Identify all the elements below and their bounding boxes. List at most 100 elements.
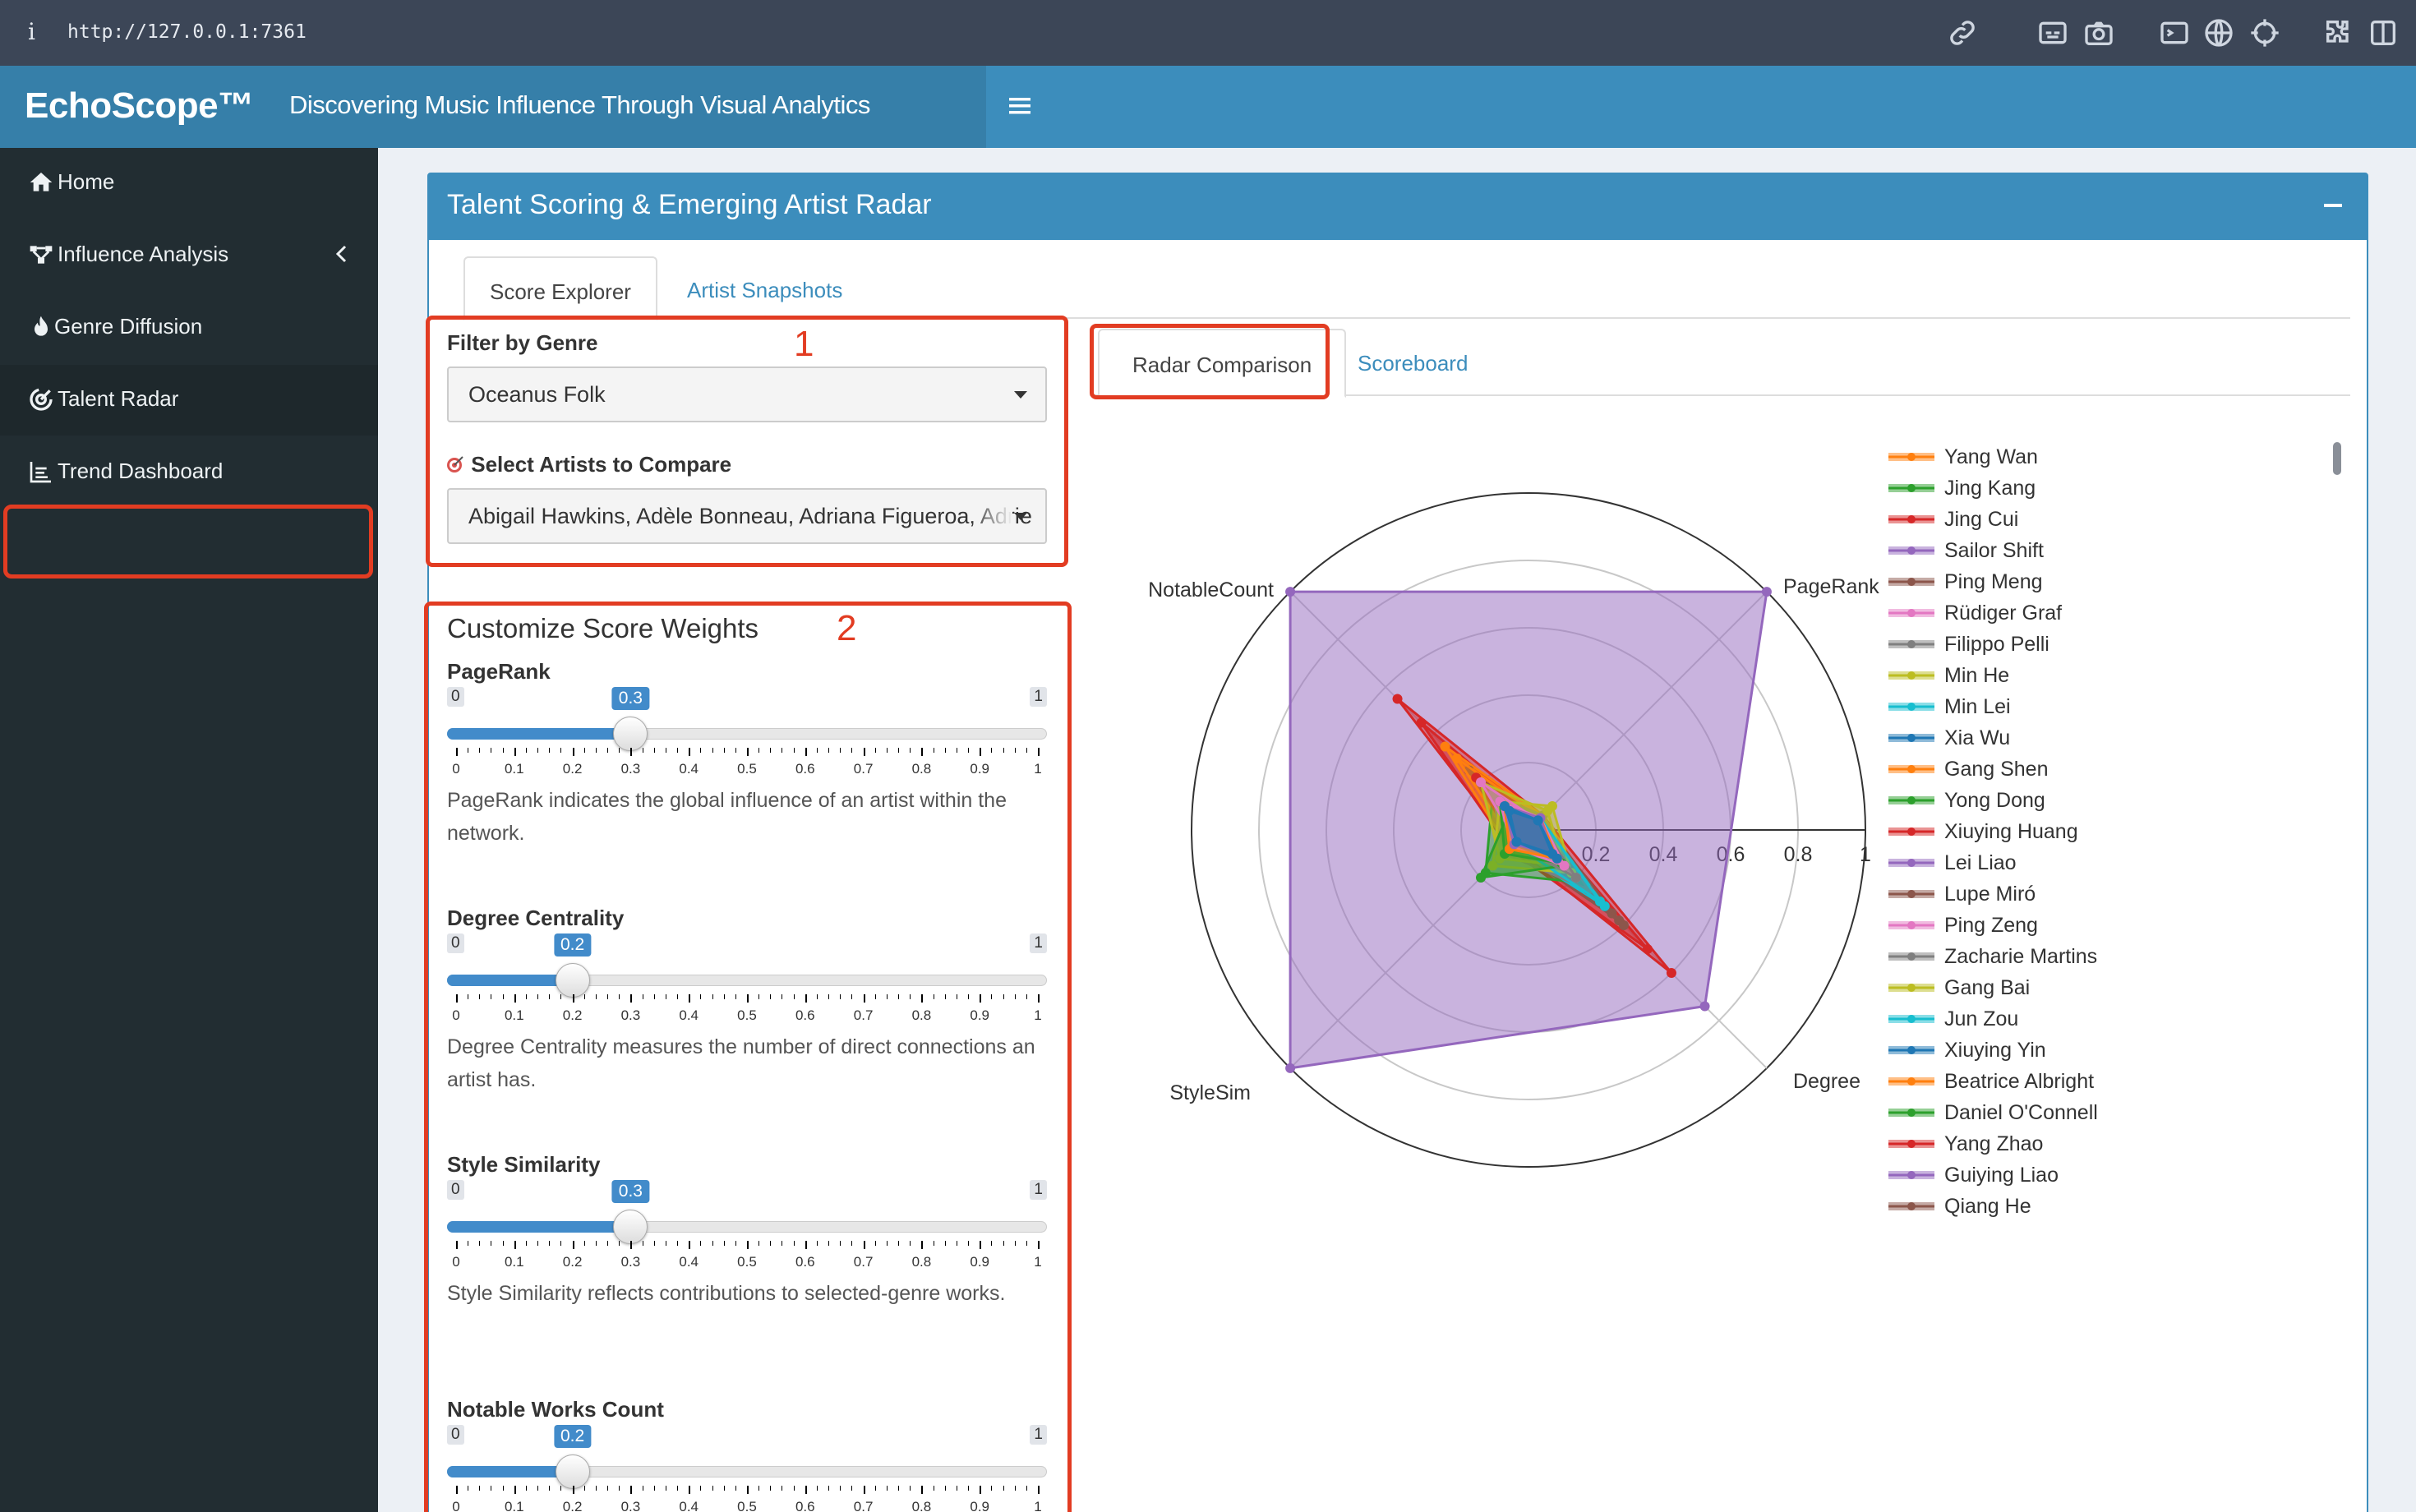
slider-tick-label: 0.3 [620, 761, 641, 777]
window-icon[interactable] [2367, 16, 2400, 49]
slider-tick-label: 0.5 [737, 1499, 757, 1512]
tab-artist-snapshots[interactable]: Artist Snapshots [662, 256, 867, 320]
legend-item[interactable]: Ping Zeng [1887, 912, 2100, 942]
terminal-icon[interactable] [2158, 16, 2191, 49]
slider-tick [851, 1241, 853, 1246]
legend-item[interactable]: Guiying Liao [1887, 1162, 2100, 1192]
camera-icon[interactable] [2082, 16, 2115, 49]
chevron-left-icon[interactable] [330, 242, 352, 266]
tab-scoreboard[interactable]: Scoreboard [1325, 329, 1501, 398]
legend-label: Jing Kang [1944, 477, 2036, 500]
legend-item[interactable]: Xiuying Huang [1887, 818, 2100, 848]
slider-tick [1014, 1486, 1016, 1491]
slider-tick [723, 994, 725, 999]
slider-handle[interactable] [555, 1454, 590, 1489]
legend-item[interactable]: Yang Zhao [1887, 1131, 2100, 1160]
slider-tick [828, 994, 830, 999]
tab-score-explorer[interactable]: Score Explorer [463, 256, 657, 320]
weight-slider[interactable]: 0 1 0.3 0 0.1 0.2 0.3 0.4 0.5 0.6 0.7 0.8 0.9 1 [447, 1180, 1047, 1287]
legend-item[interactable]: Qiang He [1887, 1193, 2100, 1223]
legend-item[interactable]: Gang Bai [1887, 975, 2100, 1004]
legend-item[interactable]: Yong Dong [1887, 787, 2100, 817]
legend-item[interactable]: Filippo Pelli [1887, 631, 2100, 661]
slider-tick [595, 1486, 597, 1491]
sidebar-item-trend-dashboard[interactable]: Trend Dashboard [0, 437, 378, 508]
radar-point [1452, 754, 1463, 764]
legend-item[interactable]: Jun Zou [1887, 1006, 2100, 1035]
sidebar-item-influence-analysis[interactable]: Influence Analysis [0, 220, 378, 291]
radar-point [1511, 837, 1522, 847]
app-logo[interactable]: EchoScope™ [25, 85, 254, 127]
slider-tick [700, 1241, 702, 1246]
artists-compare-label-text: Select Artists to Compare [471, 452, 732, 477]
sidebar-item-home[interactable]: Home [0, 148, 378, 219]
artists-select-value: Abigail Hawkins, Adèle Bonneau, Adriana … [468, 504, 1032, 528]
slider-tick [549, 994, 551, 999]
slider-tick [456, 748, 458, 756]
slider-tick-label: 0.6 [795, 1007, 815, 1023]
extension-icon[interactable] [2322, 16, 2355, 49]
legend-item[interactable]: Jing Kang [1887, 475, 2100, 505]
slider-tick-label: 1 [1034, 1254, 1042, 1270]
legend-item[interactable]: Gang Shen [1887, 756, 2100, 786]
weight-slider[interactable]: 0 1 0.2 0 0.1 0.2 0.3 0.4 0.5 0.6 0.7 0.8 0.9 1 [447, 933, 1047, 1040]
slider-tick [514, 748, 516, 756]
legend-swatch [1888, 1140, 1934, 1148]
artists-select[interactable]: Abigail Hawkins, Adèle Bonneau, Adriana … [447, 488, 1047, 544]
slider-handle[interactable] [613, 1210, 648, 1244]
legend-item[interactable]: Min Lei [1887, 694, 2100, 723]
slider-tick [456, 994, 458, 1003]
legend-item[interactable]: Min He [1887, 662, 2100, 692]
slider-min-label: 0 [447, 1180, 464, 1200]
slider-tick-label: 0.2 [562, 761, 583, 777]
globe-icon[interactable] [2202, 16, 2235, 49]
site-info-icon[interactable]: i [28, 18, 35, 45]
legend-scrollbar[interactable] [2333, 442, 2341, 475]
slider-value-label: 0.2 [553, 933, 592, 957]
slider-tick [572, 1241, 574, 1249]
slider-tick-label: 0.9 [970, 1499, 990, 1512]
url-bar[interactable]: http://127.0.0.1:7361 [67, 21, 307, 43]
sidebar-item-talent-radar[interactable]: Talent Radar [0, 365, 378, 436]
legend-item[interactable]: Sailor Shift [1887, 537, 2100, 567]
weight-slider[interactable]: 0 1 0.3 0 0.1 0.2 0.3 0.4 0.5 0.6 0.7 0.8 0.9 1 [447, 687, 1047, 794]
weight-slider[interactable]: 0 1 0.2 0 0.1 0.2 0.3 0.4 0.5 0.6 0.7 0.8 0.9 1 [447, 1425, 1047, 1512]
slider-tick [805, 1486, 807, 1494]
radar-point [1761, 587, 1772, 597]
slider-tick-label: 0.5 [737, 761, 757, 777]
crosshair-icon[interactable] [2248, 16, 2281, 49]
slider-tick [816, 748, 818, 753]
sidebar-item-label: Talent Radar [58, 386, 179, 411]
collapse-icon[interactable] [2324, 204, 2342, 207]
legend-item[interactable]: Ping Meng [1887, 569, 2100, 598]
slider-tick [537, 1486, 539, 1491]
legend-item[interactable]: Xiuying Yin [1887, 1037, 2100, 1067]
annotation-number: 2 [837, 608, 857, 648]
radar-point [1570, 872, 1581, 883]
slider-handle[interactable] [613, 717, 648, 751]
legend-item[interactable]: Rüdiger Graf [1887, 600, 2100, 629]
slider-tick [689, 1486, 691, 1494]
genre-select[interactable]: Oceanus Folk [447, 366, 1047, 422]
legend-item[interactable]: Jing Cui [1887, 506, 2100, 536]
sidebar-item-genre-diffusion[interactable]: Genre Diffusion [0, 293, 378, 363]
legend-item[interactable]: Lupe Miró [1887, 881, 2100, 910]
legend-item[interactable]: Xia Wu [1887, 725, 2100, 754]
slider-tick [1026, 748, 1027, 753]
legend-swatch [1888, 578, 1934, 586]
legend-item[interactable]: Beatrice Albright [1887, 1068, 2100, 1098]
legend-item[interactable]: Zacharie Martins [1887, 943, 2100, 973]
legend-item[interactable]: Daniel O'Connell [1887, 1099, 2100, 1129]
sidebar-toggle-icon[interactable] [1007, 94, 1032, 118]
captions-icon[interactable] [2036, 16, 2069, 49]
legend-item[interactable]: Yang Wan [1887, 444, 2100, 473]
slider-tick [595, 994, 597, 999]
legend-swatch [1888, 890, 1934, 898]
link-icon[interactable] [1946, 16, 1979, 49]
legend-item[interactable]: Lei Liao [1887, 850, 2100, 879]
slider-tick [735, 994, 736, 999]
slider-tick [747, 1241, 749, 1249]
target-icon [447, 456, 463, 472]
slider-handle[interactable] [555, 963, 590, 998]
slider-tick-label: 1 [1034, 761, 1042, 777]
